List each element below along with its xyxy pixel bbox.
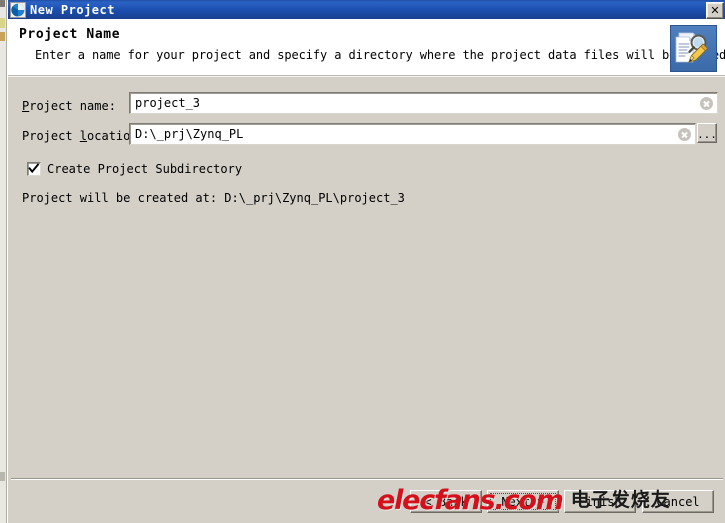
browse-location-button[interactable]: ... (697, 123, 717, 143)
project-location-input[interactable]: D:\_prj\Zynq_PL (129, 123, 696, 145)
finish-button[interactable]: Finish (564, 490, 636, 513)
create-subdirectory-label: Create Project Subdirectory (47, 162, 243, 176)
title-bar[interactable]: New Project ✕ (8, 0, 725, 19)
ellipsis-icon: ... (697, 128, 717, 141)
project-name-value: project_3 (135, 96, 201, 110)
next-button-label: Next > (501, 494, 545, 509)
back-button[interactable]: < Back (410, 490, 482, 513)
page-title: Project Name (19, 27, 121, 42)
desktop-artifact-3 (0, 32, 5, 41)
header-panel: Project Name Enter a name for your proje… (8, 19, 725, 75)
new-project-dialog: New Project ✕ Project Name Enter a name … (7, 0, 725, 523)
project-location-label-pre: Project (22, 129, 80, 143)
project-name-label-text: roject name: (29, 99, 116, 113)
close-icon: ✕ (710, 4, 720, 17)
clear-circle-icon[interactable] (678, 127, 691, 141)
project-name-input[interactable]: project_3 (129, 92, 718, 114)
close-button[interactable]: ✕ (706, 2, 724, 19)
project-location-value: D:\_prj\Zynq_PL (135, 127, 244, 141)
window-title: New Project (30, 2, 115, 17)
desktop-artifact-2 (0, 18, 5, 28)
finish-button-label: Finish (578, 494, 622, 509)
project-created-path-text: Project will be created at: D:\_prj\Zynq… (22, 191, 405, 205)
clear-circle-icon[interactable] (700, 96, 713, 110)
checkmark-icon (28, 163, 40, 174)
cancel-button-label: Cancel (656, 494, 700, 509)
screen: New Project ✕ Project Name Enter a name … (0, 0, 725, 523)
project-location-label-mnemonic: l (79, 129, 88, 143)
dialog-body: Project name: project_3 Project location… (8, 77, 725, 478)
project-name-label: Project name: (22, 99, 116, 113)
desktop-artifact-4 (0, 472, 5, 481)
cancel-button[interactable]: Cancel (642, 490, 714, 513)
page-description: Enter a name for your project and specif… (35, 48, 725, 62)
desktop-edge-strip (0, 0, 7, 523)
back-button-label: < Back (424, 494, 468, 509)
next-button[interactable]: Next > (487, 490, 559, 513)
create-subdirectory-checkbox[interactable]: Create Project Subdirectory (27, 162, 242, 176)
desktop-artifact-1 (0, 0, 5, 7)
checkbox-box (27, 162, 41, 176)
project-location-label: Project location: (22, 129, 145, 143)
vivado-app-icon (10, 1, 26, 18)
new-project-wizard-icon (670, 25, 717, 72)
